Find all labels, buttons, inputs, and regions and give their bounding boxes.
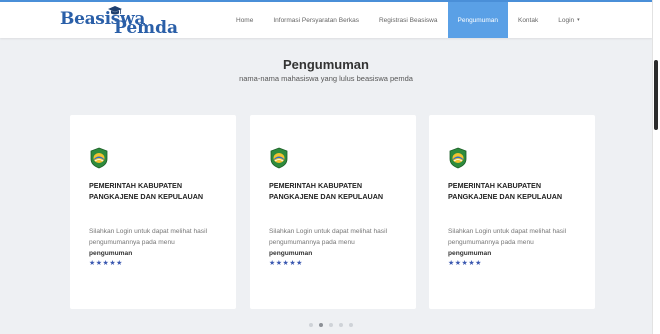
card-text-body: Silahkan Login untuk dapat melihat hasil… (269, 228, 388, 246)
card-title: PEMERINTAH KABUPATEN PANGKAJENE DAN KEPU… (448, 181, 563, 201)
carousel-dot[interactable] (349, 323, 353, 327)
carousel-dot-active[interactable] (319, 323, 323, 327)
card-text: Silahkan Login untuk dapat melihat hasil… (269, 226, 409, 259)
carousel-pagination (306, 323, 356, 327)
card-text-body: Silahkan Login untuk dapat melihat hasil… (448, 228, 567, 246)
regency-emblem-icon (270, 147, 288, 169)
page-scrollbar[interactable] (652, 0, 660, 334)
navbar: Beasiswa Pemda Home Informasi Persyarata… (0, 0, 652, 38)
star-rating: ★★★★★ (448, 260, 482, 267)
main-nav: Home Informasi Persyaratan Berkas Regist… (226, 2, 590, 38)
nav-informasi-persyaratan[interactable]: Informasi Persyaratan Berkas (263, 2, 369, 38)
nav-login-dropdown[interactable]: Login ▾ (548, 2, 589, 38)
carousel-dot[interactable] (339, 323, 343, 327)
announcement-card: PEMERINTAH KABUPATEN PANGKAJENE DAN KEPU… (429, 115, 595, 309)
section-subtitle: nama-nama mahasiswa yang lulus beasiswa … (239, 74, 413, 83)
card-menu-link[interactable]: pengumuman (269, 250, 312, 257)
carousel-dot[interactable] (329, 323, 333, 327)
carousel-dot[interactable] (309, 323, 313, 327)
announcement-card: PEMERINTAH KABUPATEN PANGKAJENE DAN KEPU… (70, 115, 236, 309)
card-menu-link[interactable]: pengumuman (448, 250, 491, 257)
card-title: PEMERINTAH KABUPATEN PANGKAJENE DAN KEPU… (269, 181, 384, 201)
regency-emblem-icon (449, 147, 467, 169)
nav-kontak-label: Kontak (517, 16, 539, 24)
nav-login-label: Login (558, 16, 575, 24)
caret-down-icon: ▾ (577, 17, 580, 23)
star-rating: ★★★★★ (269, 260, 303, 267)
section-title: Pengumuman (283, 57, 369, 72)
nav-pengumuman[interactable]: Pengumuman (447, 2, 508, 38)
nav-registrasi-label: Registrasi Beasiswa (378, 16, 438, 24)
card-title: PEMERINTAH KABUPATEN PANGKAJENE DAN KEPU… (89, 181, 204, 201)
card-text: Silahkan Login untuk dapat melihat hasil… (89, 226, 229, 259)
nav-kontak[interactable]: Kontak (508, 2, 548, 38)
card-menu-link[interactable]: pengumuman (89, 250, 132, 257)
nav-home[interactable]: Home (226, 2, 263, 38)
brand-sub-text: Pemda (114, 18, 179, 38)
nav-informasi-label: Informasi Persyaratan Berkas (273, 16, 359, 24)
card-text-body: Silahkan Login untuk dapat melihat hasil… (89, 228, 208, 246)
star-rating: ★★★★★ (89, 260, 123, 267)
nav-registrasi-beasiswa[interactable]: Registrasi Beasiswa (369, 2, 448, 38)
announcement-card: PEMERINTAH KABUPATEN PANGKAJENE DAN KEPU… (250, 115, 416, 309)
graduation-cap-icon (108, 6, 122, 15)
nav-pengumuman-label: Pengumuman (457, 16, 498, 24)
card-text: Silahkan Login untuk dapat melihat hasil… (448, 226, 588, 259)
regency-emblem-icon (90, 147, 108, 169)
nav-home-label: Home (236, 16, 254, 24)
